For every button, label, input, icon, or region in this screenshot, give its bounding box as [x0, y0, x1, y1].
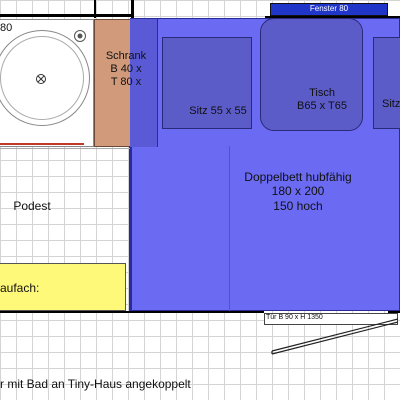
bottom-wall-left	[0, 311, 264, 313]
window-label: Fenster 80	[309, 4, 349, 13]
top-wall-left	[0, 14, 134, 17]
bottom-caption: r mit Bad an Tiny-Haus angekoppelt	[0, 377, 191, 391]
wall-post-left	[94, 0, 96, 18]
cabinet-label: Schrank B 40 x T 80 x	[105, 50, 147, 89]
table	[260, 18, 363, 131]
sink-partial-label: 80	[0, 22, 13, 34]
seat-right-partial-label: Sitz	[382, 98, 400, 110]
drain-icon	[36, 74, 46, 84]
seat-left-label: Sitz 55 x 55	[189, 105, 247, 117]
podest-label: Podest	[13, 199, 51, 213]
bed-label: Doppelbett hubfähig 180 x 200 150 hoch	[244, 170, 352, 213]
seat-right	[373, 37, 400, 129]
bath-red-line	[0, 143, 84, 145]
faucet-icon	[74, 30, 86, 42]
partition-line-h	[0, 148, 130, 149]
bed-extension-left	[129, 146, 132, 312]
yellow-box-label: aufach:	[0, 281, 40, 295]
table-label: Tisch B65 x T65	[297, 87, 347, 113]
door-label: Tür B 90 x H 1350	[266, 314, 323, 321]
wall-post-right	[131, 0, 134, 18]
